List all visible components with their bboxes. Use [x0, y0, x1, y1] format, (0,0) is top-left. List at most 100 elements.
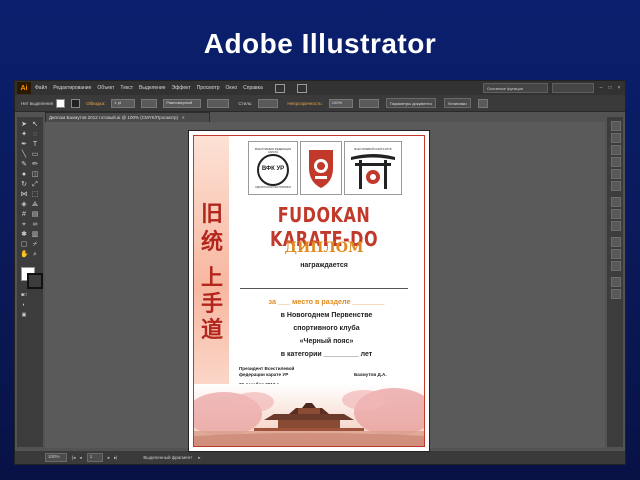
calligraphy-char: 统 — [200, 229, 223, 255]
width-tool-icon[interactable]: ⋈ — [20, 191, 28, 199]
menu-view[interactable]: Просмотр — [197, 85, 220, 91]
appearance-panel-icon[interactable] — [611, 237, 621, 247]
brushes-panel-icon[interactable] — [611, 157, 621, 167]
close-tab-icon[interactable]: × — [182, 115, 185, 120]
pathfinder-panel-icon[interactable] — [611, 261, 621, 271]
stroke-color-swatch[interactable] — [27, 273, 43, 289]
hand-tool-icon[interactable]: ✋ — [20, 251, 29, 259]
zoom-tool-icon[interactable]: ⌕ — [31, 251, 39, 259]
maximize-icon[interactable]: □ — [607, 85, 613, 91]
fill-swatch[interactable] — [56, 98, 66, 108]
stroke-panel-icon[interactable] — [611, 197, 621, 207]
graph-tool-icon[interactable]: ▥ — [31, 231, 39, 239]
arrange-icon[interactable] — [477, 98, 488, 108]
stroke-weight-field[interactable]: 1 pt — [111, 98, 136, 108]
bridge-icon[interactable] — [274, 83, 285, 93]
menu-type[interactable]: Текст — [120, 85, 133, 91]
minimize-icon[interactable]: – — [598, 85, 604, 91]
next-artboard-icon[interactable]: ▸ — [108, 455, 110, 461]
artboard-tool-icon[interactable]: ▢ — [20, 241, 28, 249]
color-mode-icon[interactable]: ■□ — [20, 291, 28, 299]
workspace-switcher[interactable]: Основные функции — [483, 83, 548, 93]
rotate-tool-icon[interactable]: ↻ — [20, 181, 28, 189]
screen-mode-icon[interactable]: ▣ — [20, 311, 28, 319]
seal-emblem: ВФК УР — [257, 153, 289, 186]
seal-caption: ВСЕСТИЛЕВАЯ ФЕДЕРАЦИЯ КАРАТЭ — [254, 147, 291, 154]
scale-tool-icon[interactable]: ⤢ — [31, 181, 39, 189]
opacity-field[interactable]: 100% — [328, 98, 353, 108]
gradient-panel-icon[interactable] — [611, 209, 621, 219]
mesh-tool-icon[interactable]: # — [20, 211, 28, 219]
menu-window[interactable]: Окно — [226, 85, 238, 91]
awarded-text: награждается — [300, 262, 348, 269]
color-guide-panel-icon[interactable] — [611, 133, 621, 143]
style-swatch[interactable] — [207, 98, 230, 108]
lasso-tool-icon[interactable]: ◌ — [31, 131, 39, 139]
search-input[interactable] — [552, 83, 594, 93]
align-panel-icon[interactable] — [611, 249, 621, 259]
first-artboard-icon[interactable]: |◂ — [72, 455, 75, 461]
menu-select[interactable]: Выделение — [139, 85, 166, 91]
magic-wand-tool-icon[interactable]: ✦ — [20, 131, 28, 139]
shape-builder-tool-icon[interactable]: ◈ — [20, 201, 28, 209]
preferences-button[interactable]: Установки — [443, 98, 471, 108]
menu-effect[interactable]: Эффект — [172, 85, 191, 91]
variable-width-field[interactable] — [141, 98, 158, 108]
selection-tool-icon[interactable]: ➤ — [20, 121, 28, 129]
last-artboard-icon[interactable]: ▸| — [114, 455, 117, 461]
symbol-sprayer-tool-icon[interactable]: ✱ — [20, 231, 28, 239]
blend-tool-icon[interactable]: ∞ — [31, 221, 39, 229]
menu-file[interactable]: Файл — [35, 85, 47, 91]
pen-tool-icon[interactable]: ✒ — [20, 141, 28, 149]
menu-help[interactable]: Справка — [243, 85, 263, 91]
republic-emblem — [300, 141, 342, 195]
panel-dock — [607, 117, 623, 447]
category-line: в категории _________ лет — [280, 351, 373, 358]
gradient-tool-icon[interactable]: ▤ — [31, 211, 39, 219]
rectangle-tool-icon[interactable]: ▭ — [31, 151, 39, 159]
stroke-swatch[interactable] — [71, 98, 81, 108]
selection-status: Нет выделения — [21, 100, 54, 106]
layers-panel-icon[interactable] — [611, 277, 621, 287]
artboard[interactable]: 旧 统 上 手 道 ВСЕСТИЛЕВАЯ ФЕДЕРАЦИЯ КАРАТЭ В… — [188, 130, 430, 452]
paintbrush-tool-icon[interactable]: ✎ — [20, 161, 28, 169]
eraser-tool-icon[interactable]: ◫ — [31, 171, 39, 179]
diploma-document: 旧 统 上 手 道 ВСЕСТИЛЕВАЯ ФЕДЕРАЦИЯ КАРАТЭ В… — [193, 135, 425, 447]
document-setup-button[interactable]: Параметры документа — [385, 98, 436, 108]
line-tool-icon[interactable]: ╲ — [20, 151, 28, 159]
graphic-styles-panel-icon[interactable] — [611, 181, 621, 191]
eyedropper-tool-icon[interactable]: ⌖ — [20, 221, 28, 229]
draw-mode-icon[interactable]: ◐ — [20, 301, 28, 309]
swatches-panel-icon[interactable] — [611, 145, 621, 155]
status-tool-name[interactable]: Выделенный фрагмент — [143, 455, 192, 460]
arrange-documents-icon[interactable] — [296, 83, 307, 93]
artboards-panel-icon[interactable] — [611, 289, 621, 299]
signer-title: Президент Всестилевой федерации карате У… — [239, 366, 294, 378]
status-menu-icon[interactable]: ▸ — [198, 455, 200, 461]
free-transform-tool-icon[interactable]: ⬚ — [31, 191, 39, 199]
pencil-tool-icon[interactable]: ✏ — [31, 161, 39, 169]
calligraphy-char: 道 — [200, 317, 223, 343]
slice-tool-icon[interactable]: ⌿ — [31, 241, 39, 249]
close-icon[interactable]: × — [616, 85, 622, 91]
blob-brush-tool-icon[interactable]: ● — [20, 171, 28, 179]
zoom-field[interactable]: 100% — [45, 453, 67, 462]
artboard-number-field[interactable]: 1 — [86, 453, 103, 462]
place-line: за ___ место в разделе ________ — [268, 297, 385, 306]
type-tool-icon[interactable]: T — [31, 141, 39, 149]
federation-seal: ВСЕСТИЛЕВАЯ ФЕДЕРАЦИЯ КАРАТЭ ВФК УР УДМУ… — [248, 141, 298, 195]
menu-bar: Ai Файл Редактирование Объект Текст Выде… — [15, 81, 625, 95]
brush-definition[interactable]: Равномерный — [163, 98, 202, 108]
prev-artboard-icon[interactable]: ◂ — [79, 455, 81, 461]
style-dropdown[interactable] — [358, 98, 379, 108]
graphic-style-field[interactable] — [258, 98, 279, 108]
direct-selection-tool-icon[interactable]: ↖ — [31, 121, 39, 129]
menu-edit[interactable]: Редактирование — [53, 85, 91, 91]
perspective-tool-icon[interactable]: ⟁ — [31, 201, 39, 209]
symbols-panel-icon[interactable] — [611, 169, 621, 179]
color-panel-icon[interactable] — [611, 121, 621, 131]
transparency-panel-icon[interactable] — [611, 221, 621, 231]
club-line: спортивного клуба — [293, 325, 360, 332]
menu-object[interactable]: Объект — [97, 85, 114, 91]
document-tab-label: Диплом Бахмутов 2012 готовый.ai @ 100% (… — [49, 115, 179, 120]
